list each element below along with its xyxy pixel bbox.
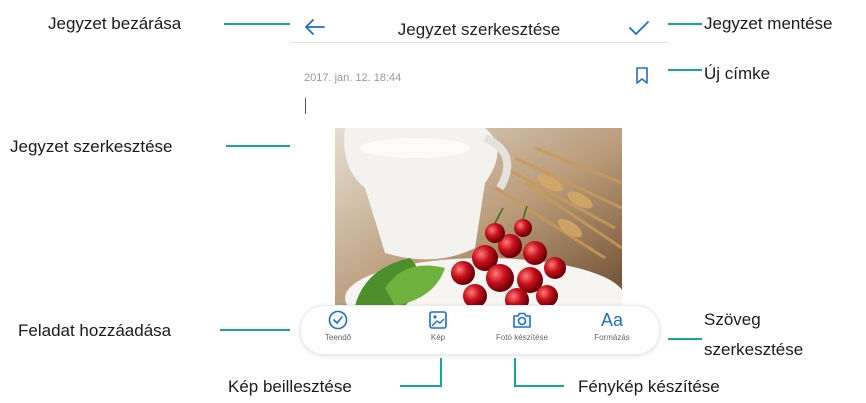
- leader-line-edit: [226, 145, 294, 147]
- annotation-take-photo: Fénykép készítése: [578, 377, 720, 396]
- page-title: Jegyzet szerkesztése: [397, 20, 561, 39]
- todo-button[interactable]: Teendő: [303, 310, 373, 342]
- take-photo-label: Fotó készítése: [495, 333, 549, 342]
- annotation-edit-note: Jegyzet szerkesztése: [10, 137, 173, 156]
- annotation-save-note: Jegyzet mentése: [704, 14, 833, 33]
- annotation-new-tag: Új címke: [704, 64, 771, 83]
- leader-line-save: [664, 23, 702, 25]
- top-bar: Jegyzet szerkesztése: [290, 0, 668, 43]
- annotation-insert-image: Kép beillesztése: [228, 377, 352, 396]
- note-editor-screen: Jegyzet szerkesztése 2017. jan. 12. 18:4…: [290, 0, 668, 358]
- checkmark-icon[interactable]: [628, 20, 650, 41]
- annotation-close-note: Jegyzet bezárása: [48, 14, 182, 33]
- image-label: Kép: [430, 333, 446, 342]
- note-datetime: 2017. jan. 12. 18:44: [304, 72, 402, 84]
- annotation-add-task: Feladat hozzáadása: [18, 321, 172, 340]
- leader-line-close: [224, 23, 292, 25]
- camera-icon: [487, 310, 557, 330]
- leader-line-add-task: [220, 329, 296, 331]
- leader-line-take-photo-v: [514, 358, 516, 386]
- leader-line-take-photo-h: [514, 385, 564, 387]
- annotation-text-edit-2: szerkesztése: [704, 340, 804, 359]
- formatting-button[interactable]: Aa Formázás: [577, 310, 647, 342]
- photo-image[interactable]: [335, 128, 622, 306]
- formatting-label: Formázás: [594, 333, 630, 342]
- image-icon: [403, 310, 473, 330]
- image-button[interactable]: Kép: [403, 310, 473, 342]
- leader-line-insert-image-v: [440, 358, 442, 386]
- bottom-toolbar: Teendő Kép Fotó készítése Aa Formázás: [300, 305, 660, 355]
- text-format-icon: Aa: [600, 310, 624, 330]
- checkbox-circle-icon: [303, 310, 373, 330]
- take-photo-button[interactable]: Fotó készítése: [487, 310, 557, 342]
- leader-line-new-tag: [664, 69, 702, 71]
- bookmark-icon[interactable]: [635, 67, 649, 90]
- leader-line-insert-image-h: [400, 385, 442, 387]
- todo-label: Teendő: [324, 333, 352, 342]
- annotation-text-edit-1: Szöveg: [704, 310, 761, 329]
- text-cursor[interactable]: [305, 98, 306, 114]
